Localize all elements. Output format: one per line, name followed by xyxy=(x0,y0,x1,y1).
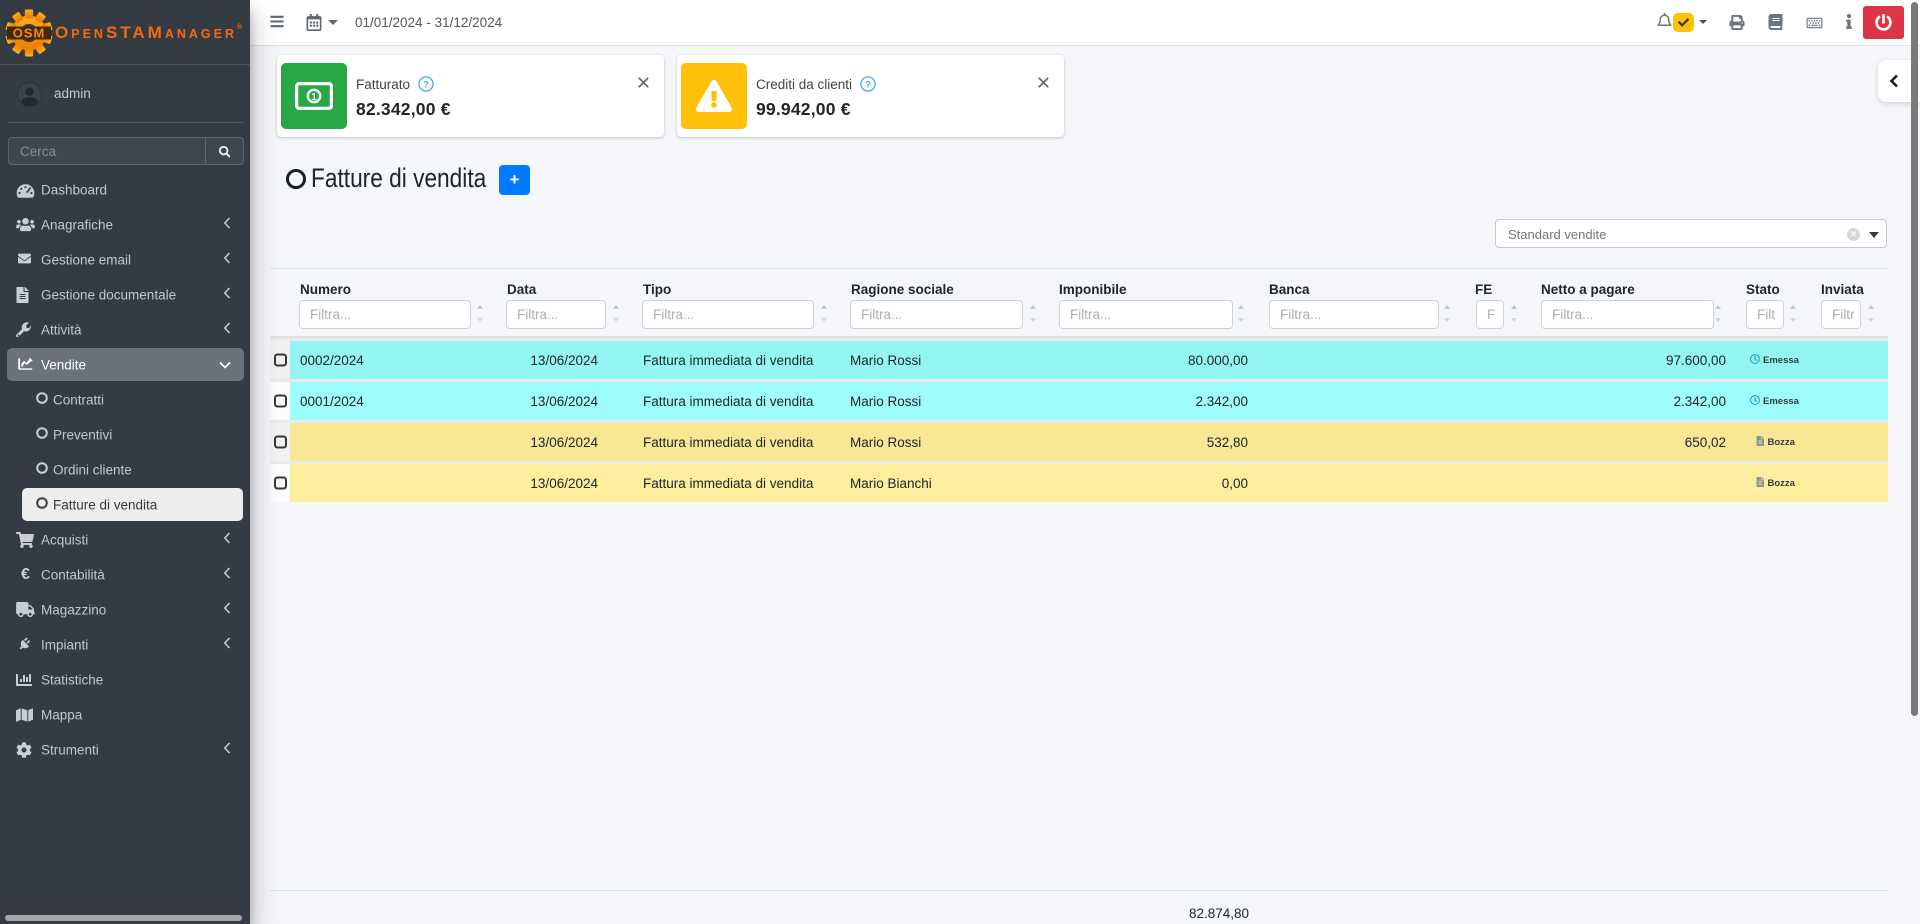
svg-text:?: ? xyxy=(865,80,871,91)
svg-text:1: 1 xyxy=(311,92,317,103)
svg-text:OSM: OSM xyxy=(13,26,46,41)
svg-text:?: ? xyxy=(423,80,429,91)
